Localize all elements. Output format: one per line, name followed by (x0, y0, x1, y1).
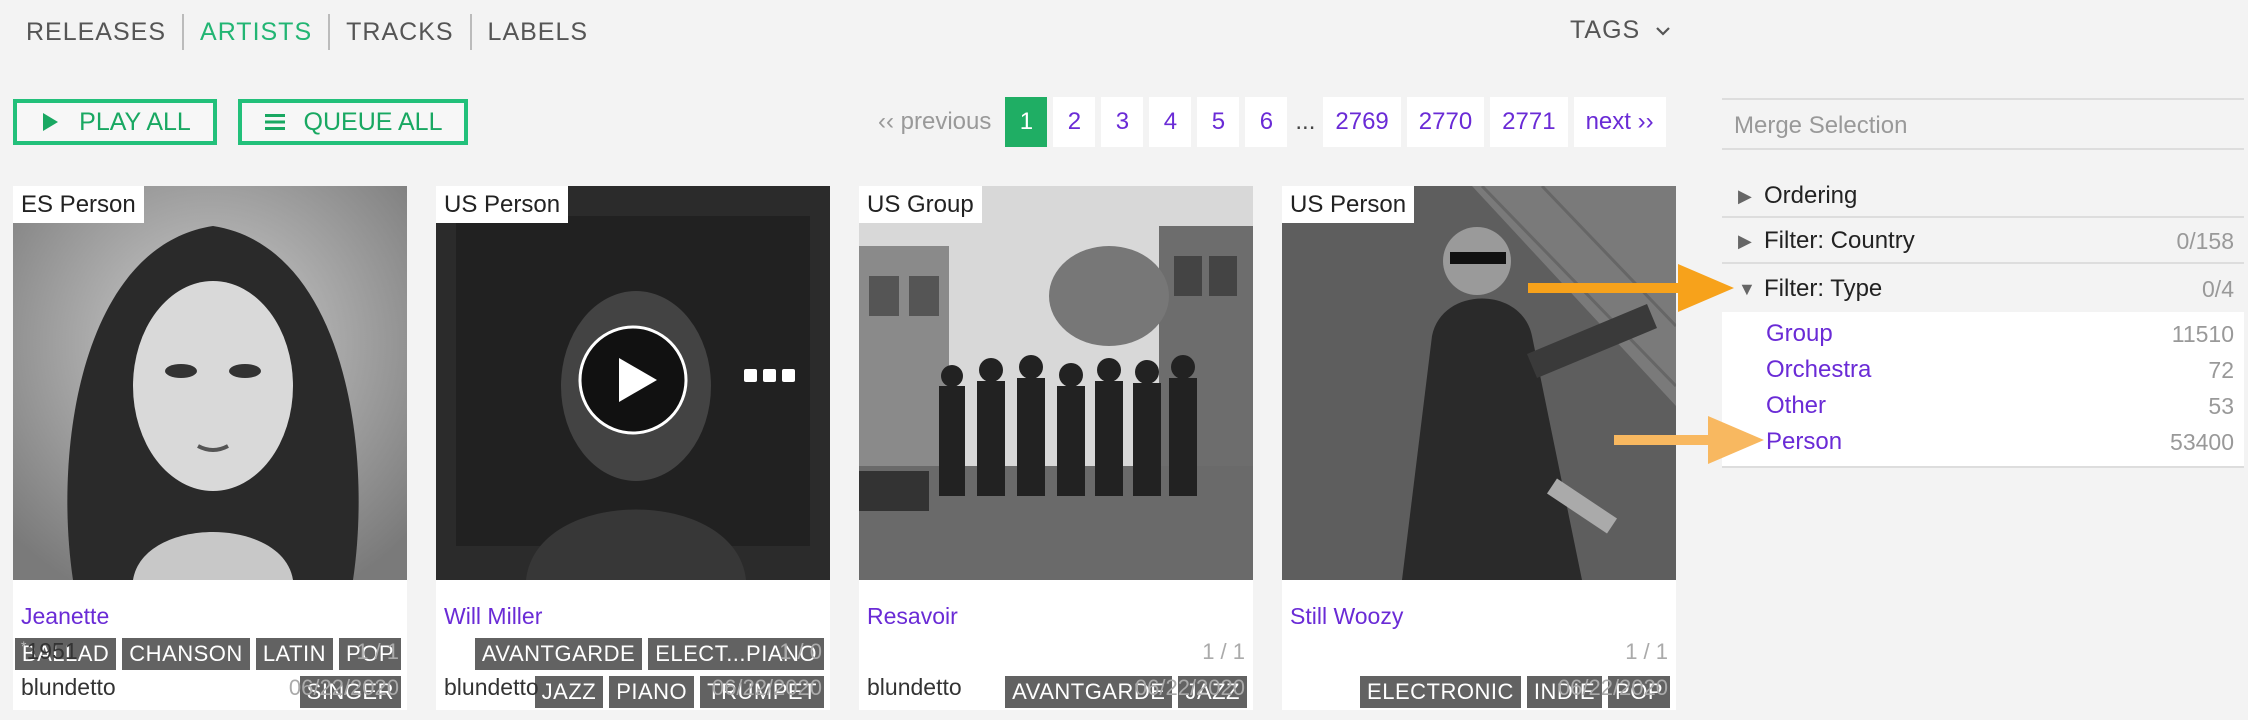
added-date: 06/22/2020 (1557, 675, 1668, 700)
nav-labels[interactable]: LABELS (469, 14, 605, 50)
type-option-label[interactable]: Group (1766, 320, 1833, 348)
location-badge: ES Person (13, 186, 144, 223)
merge-selection-input[interactable]: Merge Selection (1722, 98, 2244, 150)
arrow-right-icon (1614, 416, 1764, 464)
added-date: 06/22/2020 (1134, 675, 1245, 700)
genre-tag[interactable]: PIANO (609, 676, 695, 708)
type-option-person[interactable]: Person 53400 (1722, 424, 2244, 460)
filter-type-count: 0/4 (2202, 275, 2234, 302)
list-icon (264, 114, 285, 130)
genre-tag[interactable]: JAZZ (534, 676, 604, 708)
nav-artists[interactable]: ARTISTS (182, 14, 328, 50)
release-ratio: 1 / 1 (356, 639, 399, 664)
type-option-label[interactable]: Other (1766, 392, 1826, 420)
play-all-button[interactable]: PLAY ALL (13, 99, 217, 145)
pagination: ‹‹ previous 1 2 3 4 5 6 ... 2769 2770 27… (868, 97, 1666, 147)
location-badge: US Person (1282, 186, 1415, 223)
top-nav: RELEASES ARTISTS TRACKS LABELS (26, 12, 604, 52)
arrow-right-icon (1528, 264, 1734, 312)
page-link-5[interactable]: 5 (1197, 97, 1240, 147)
page-link-3[interactable]: 3 (1101, 97, 1144, 147)
filter-type-toggle[interactable]: ▼ Filter: Type 0/4 (1722, 266, 2244, 312)
type-options-list: Group 11510 Orchestra 72 Other 53 Person… (1722, 312, 2244, 468)
play-circle-icon[interactable] (577, 324, 689, 436)
play-icon (43, 113, 59, 131)
filter-country-label: Filter: Country (1764, 227, 1915, 254)
artist-name-link[interactable]: Will Miller (444, 603, 542, 630)
location-badge: US Person (436, 186, 569, 223)
artist-name-link[interactable]: Still Woozy (1290, 603, 1403, 630)
artist-card: US Person AVANTGARDE ELECT...PIANO JAZZ … (436, 186, 830, 710)
page-link-6[interactable]: 6 (1245, 97, 1288, 147)
birth-year-value: 1951 (26, 638, 78, 664)
added-date: 06/22/2020 (711, 675, 822, 700)
page-link-2769[interactable]: 2769 (1323, 97, 1401, 147)
expand-triangle-icon: ▶ (1738, 185, 1752, 206)
type-option-group[interactable]: Group 11510 (1722, 316, 2244, 352)
artist-card: US Group AVANTGARDE JAZZ Resavoir 1 / 1 … (859, 186, 1253, 710)
pagination-ellipsis: ... (1295, 108, 1316, 135)
genre-tag[interactable]: CHANSON (122, 638, 250, 670)
page-link-4[interactable]: 4 (1149, 97, 1192, 147)
genre-tag[interactable]: LATIN (255, 638, 334, 670)
release-ratio: 1 / 0 (779, 639, 822, 664)
filter-type-label: Filter: Type (1764, 275, 1883, 302)
added-by-user: blundetto (444, 674, 539, 700)
play-all-label: PLAY ALL (79, 107, 191, 136)
type-option-count: 53 (2208, 392, 2234, 419)
ordering-toggle[interactable]: ▶ Ordering (1722, 176, 2244, 218)
release-ratio: 1 / 1 (1202, 639, 1245, 664)
previous-page-link[interactable]: ‹‹ previous (868, 97, 999, 147)
type-option-label[interactable]: Person (1766, 428, 1842, 456)
queue-all-button[interactable]: QUEUE ALL (238, 99, 468, 145)
filter-country-toggle[interactable]: ▶ Filter: Country 0/158 (1722, 220, 2244, 264)
type-option-count: 53400 (2170, 428, 2234, 455)
chevron-down-icon (1656, 26, 1670, 36)
type-option-orchestra[interactable]: Orchestra 72 (1722, 352, 2244, 388)
type-option-other[interactable]: Other 53 (1722, 388, 2244, 424)
type-option-count: 11510 (2171, 320, 2234, 347)
birth-year: *1951 (21, 638, 78, 665)
artist-card: ES Person BALLAD CHANSON LATIN POP SINGE… (13, 186, 407, 710)
page-link-2771[interactable]: 2771 (1490, 97, 1568, 147)
nav-releases[interactable]: RELEASES (26, 14, 182, 50)
page-link-2[interactable]: 2 (1053, 97, 1096, 147)
artist-image[interactable] (859, 186, 1253, 580)
more-options-icon[interactable] (744, 367, 796, 383)
queue-all-label: QUEUE ALL (303, 107, 443, 136)
added-by-user: blundetto (867, 674, 962, 700)
filter-country-count: 0/158 (2176, 227, 2234, 254)
nav-tracks[interactable]: TRACKS (328, 14, 469, 50)
artist-name-link[interactable]: Resavoir (867, 603, 958, 630)
ordering-label: Ordering (1764, 182, 1858, 209)
type-option-label[interactable]: Orchestra (1766, 356, 1871, 384)
added-date: 06/22/2020 (288, 675, 399, 700)
added-by-user: blundetto (21, 674, 116, 700)
genre-tag[interactable]: ELECTRONIC (1360, 676, 1521, 708)
artist-image[interactable] (13, 186, 407, 580)
tags-label: TAGS (1570, 16, 1641, 44)
tags-dropdown[interactable]: TAGS (1570, 16, 1672, 45)
artist-image[interactable] (1282, 186, 1676, 580)
expand-triangle-icon: ▶ (1738, 230, 1752, 251)
artist-name-link[interactable]: Jeanette (21, 603, 109, 630)
page-link-1[interactable]: 1 (1005, 97, 1048, 147)
next-page-link[interactable]: next ›› (1573, 97, 1666, 147)
release-ratio: 1 / 1 (1625, 639, 1668, 664)
page-link-2770[interactable]: 2770 (1406, 97, 1485, 147)
genre-tag[interactable]: AVANTGARDE (474, 638, 643, 670)
location-badge: US Group (859, 186, 982, 223)
type-option-count: 72 (2208, 356, 2234, 383)
